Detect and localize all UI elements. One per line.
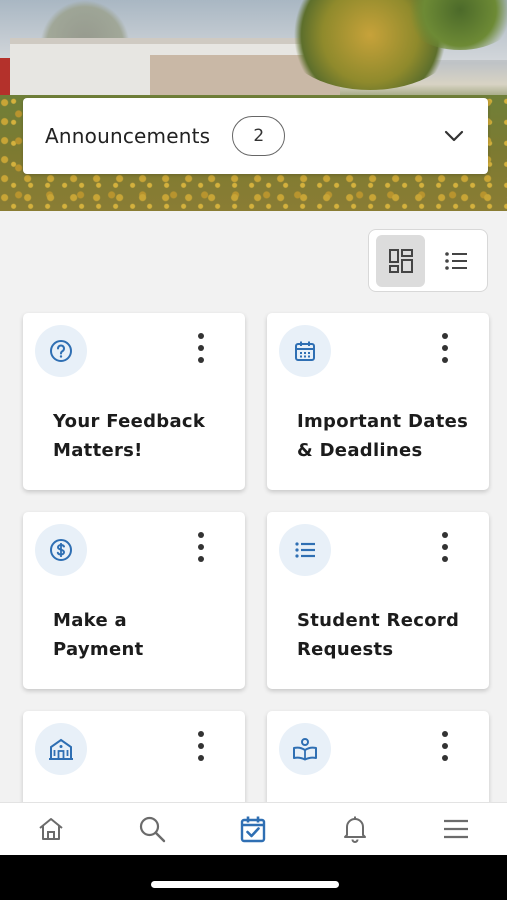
grid-view-button[interactable] (376, 234, 425, 287)
system-home-indicator-bar (0, 855, 507, 900)
nav-calendar[interactable] (223, 804, 283, 854)
view-toggle (368, 229, 488, 292)
list-view-button[interactable] (431, 235, 480, 287)
card-make-a-payment[interactable]: Make a Payment (23, 512, 245, 689)
announcements-count-badge: 2 (232, 116, 286, 156)
bottom-navigation (0, 802, 507, 855)
card-label: Student Record Requests (297, 610, 460, 660)
question-circle-icon (50, 340, 72, 362)
calendar-check-icon (241, 816, 266, 843)
chevron-down-icon[interactable] (442, 124, 466, 148)
nav-menu[interactable] (426, 804, 486, 854)
more-options-icon[interactable] (195, 731, 207, 761)
nav-notifications[interactable] (325, 804, 385, 854)
announcements-title: Announcements (45, 124, 211, 148)
dollar-circle-icon (50, 539, 72, 561)
card-label: Make a Payment (53, 610, 144, 660)
more-options-icon[interactable] (439, 731, 451, 761)
announcements-bar[interactable]: Announcements 2 (23, 98, 488, 174)
home-icon (39, 818, 63, 840)
list-icon (295, 542, 315, 558)
nav-home[interactable] (21, 804, 81, 854)
calendar-icon (295, 341, 315, 361)
grid-view-icon (388, 248, 413, 273)
more-options-icon[interactable] (439, 333, 451, 363)
book-reader-icon (293, 738, 317, 761)
card-important-dates-deadlines[interactable]: Important Dates & Deadlines (267, 313, 489, 490)
home-indicator[interactable] (151, 881, 339, 888)
nav-search[interactable] (122, 804, 182, 854)
more-options-icon[interactable] (439, 532, 451, 562)
card-label: Your Feedback Matters! (53, 411, 206, 461)
building-icon (49, 738, 73, 760)
search-icon (139, 816, 166, 843)
list-view-icon (444, 251, 467, 270)
bell-icon (343, 816, 366, 843)
hamburger-menu-icon (444, 819, 469, 839)
card-your-feedback-matters[interactable]: Your Feedback Matters! (23, 313, 245, 490)
more-options-icon[interactable] (195, 532, 207, 562)
more-options-icon[interactable] (195, 333, 207, 363)
card-student-record-requests[interactable]: Student Record Requests (267, 512, 489, 689)
card-label: Important Dates & Deadlines (297, 411, 469, 461)
